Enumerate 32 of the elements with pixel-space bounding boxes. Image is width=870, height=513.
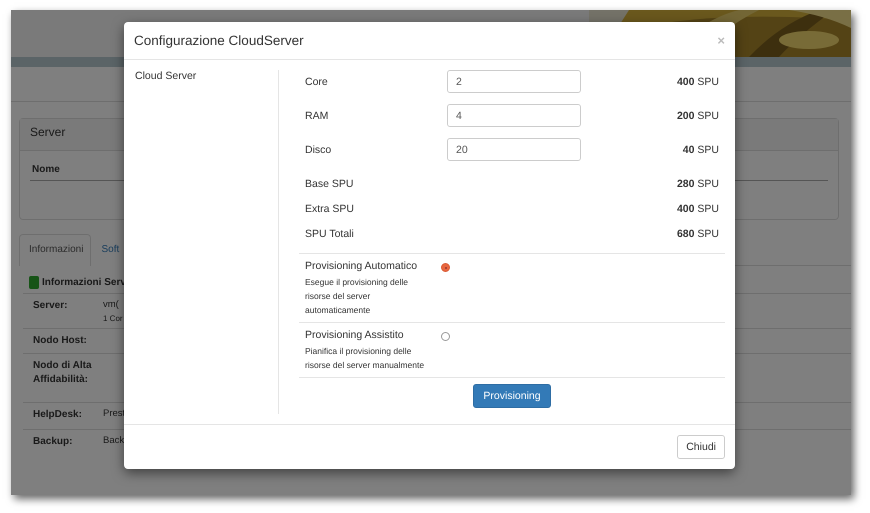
option-title: Provisioning Automatico [305, 260, 418, 272]
spu-amount: 400 SPU [676, 76, 719, 89]
spu-amount: 400 SPU [676, 203, 719, 217]
detail-value: vm( [103, 299, 120, 311]
radio-button[interactable] [441, 263, 450, 272]
total-label: Base SPU [305, 178, 354, 192]
detail-label: HelpDesk: [33, 408, 83, 422]
total-label: Extra SPU [305, 203, 354, 217]
close-dialog-button[interactable]: Chiudi [677, 435, 725, 459]
detail-label: Nodo di Alta Affidabilità: [33, 359, 93, 387]
option-title: Provisioning Assistito [305, 329, 405, 341]
input-field[interactable]: 20 [447, 138, 581, 161]
sidebar-item[interactable]: Cloud Server [135, 70, 278, 82]
input-field[interactable]: 4 [447, 104, 581, 127]
spu-amount: 680 SPU [676, 228, 719, 242]
radio-button[interactable] [441, 332, 450, 341]
modal-title: Configurazione CloudServer [134, 33, 304, 48]
detail-value: Prest [103, 408, 126, 420]
detail-label: Backup: [33, 435, 74, 449]
tab[interactable]: Informazioni [19, 234, 92, 266]
detail-value: Back [103, 435, 126, 447]
status-icon [29, 276, 39, 289]
total-label: SPU Totali [305, 228, 354, 242]
input-field[interactable]: 2 [447, 70, 581, 93]
detail-label: Server: [33, 299, 68, 313]
provisioning-button[interactable]: Provisioning [473, 384, 551, 408]
resource-label: Core [305, 76, 329, 89]
option-description: Pianifica il provisioning delle risorse del server manualmente [305, 345, 425, 372]
option-description: Esegue il provisioning delle risorse del server automaticamente [305, 276, 410, 317]
detail-label: Nodo Host: [33, 334, 88, 348]
spu-amount: 280 SPU [676, 178, 719, 192]
detail-note: 1 Cor [103, 314, 124, 323]
